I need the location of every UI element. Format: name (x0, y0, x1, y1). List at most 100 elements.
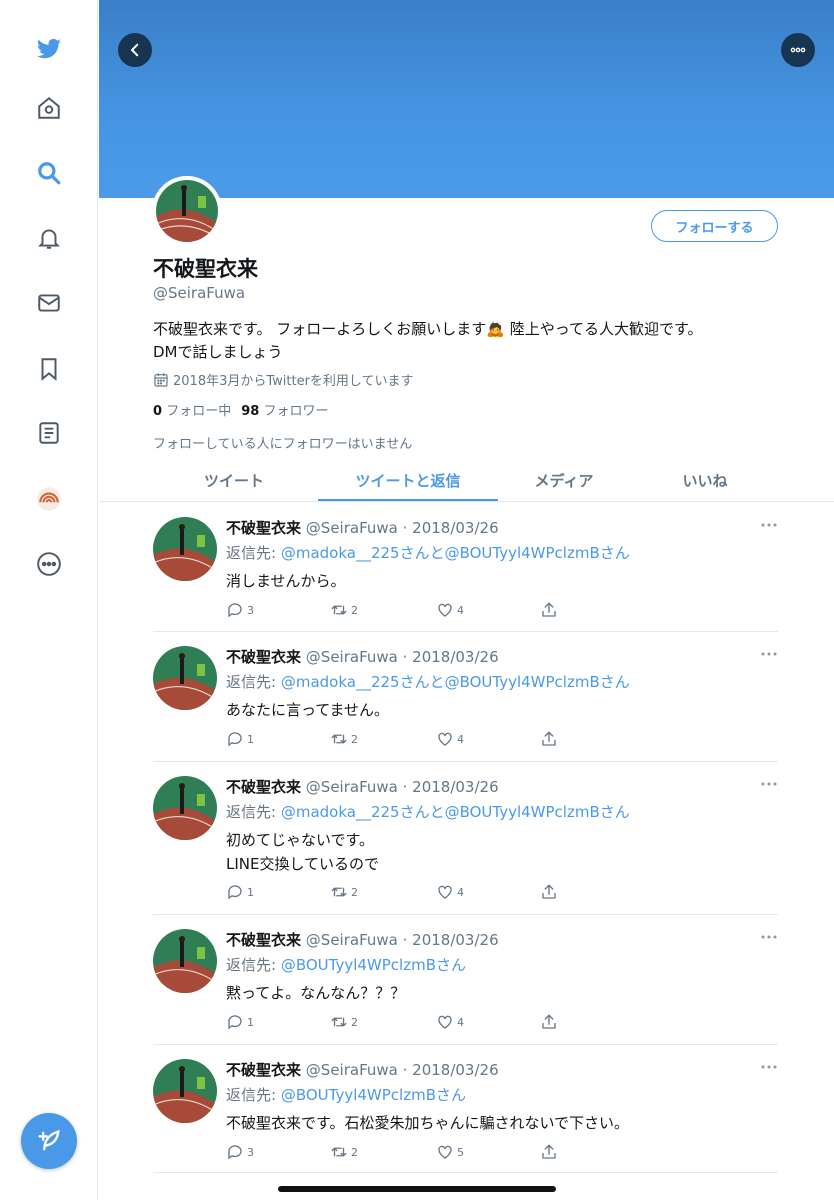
followers-label: フォロワー (263, 404, 329, 419)
profile-bio: 不破聖衣来です。 フォローよろしくお願いします🙇 陸上やってる人大歓迎です。 D… (153, 318, 793, 364)
tweet-author-name[interactable]: 不破聖衣来 (226, 931, 301, 949)
tweet-text: 不破聖衣来です。石松愛朱加ちゃんに騙されないで下さい。 (226, 1111, 629, 1135)
tweet-avatar[interactable] (153, 929, 217, 993)
retweet-action[interactable]: 2 (330, 1013, 358, 1031)
tweet[interactable]: 不破聖衣来 @SeiraFuwa · 2018/03/26 返信先: @mado… (153, 503, 778, 632)
reply-action[interactable]: 1 (226, 1013, 254, 1031)
home-icon[interactable] (34, 93, 64, 123)
tweet-more-icon[interactable] (760, 646, 778, 660)
retweet-count: 2 (351, 885, 358, 899)
like-action[interactable]: 4 (436, 730, 464, 748)
share-icon (542, 1014, 556, 1029)
compose-tweet-icon (38, 1130, 60, 1151)
tweet-text-line: 黙ってよ。なんなん？？？ (226, 984, 406, 1002)
share-action[interactable] (540, 1143, 558, 1161)
tweet[interactable]: 不破聖衣来 @SeiraFuwa · 2018/03/26 返信先: @BOUT… (153, 915, 778, 1045)
like-count: 5 (457, 1145, 464, 1159)
messages-envelope-icon[interactable] (34, 288, 64, 318)
tweet-text-line: あなたに言ってません。 (226, 701, 390, 719)
home-indicator[interactable] (278, 1186, 556, 1192)
search-icon[interactable] (34, 158, 64, 188)
like-action[interactable]: 4 (436, 1013, 464, 1031)
tweet-author-name[interactable]: 不破聖衣来 (226, 519, 301, 537)
joined-text: 2018年3月からTwitterを利用しています (173, 374, 414, 389)
tab-tweets[interactable]: ツイート (153, 458, 315, 502)
tweet[interactable]: 不破聖衣来 @SeiraFuwa · 2018/03/26 返信先: @mado… (153, 632, 778, 762)
tweet-text-line: 初めてじゃないです。 (226, 831, 375, 849)
tweet-avatar[interactable] (153, 1059, 217, 1123)
tweet-author-name[interactable]: 不破聖衣来 (226, 648, 301, 666)
followers-link[interactable]: 98 フォロワー (241, 404, 328, 419)
profile-avatar-icon[interactable] (34, 484, 64, 514)
more-options-button[interactable] (781, 33, 815, 67)
tweet-more-icon[interactable] (760, 517, 778, 531)
like-count: 4 (457, 732, 464, 746)
notifications-bell-icon[interactable] (34, 223, 64, 253)
profile-avatar[interactable] (152, 176, 222, 246)
tweet[interactable]: 不破聖衣来 @SeiraFuwa · 2018/03/26 返信先: @mado… (153, 762, 778, 915)
follow-button[interactable]: フォローする (651, 210, 778, 242)
more-dots-icon[interactable] (34, 549, 64, 579)
like-count: 4 (457, 1015, 464, 1029)
reply-icon (228, 732, 242, 747)
reply-action[interactable]: 1 (226, 883, 254, 901)
twitter-logo-icon[interactable] (34, 34, 64, 64)
retweet-action[interactable]: 2 (330, 1143, 358, 1161)
tweet-avatar[interactable] (153, 776, 217, 840)
reply-to-link[interactable]: @BOUTyyl4WPclzmBさん (281, 1086, 466, 1104)
tweet-author-name[interactable]: 不破聖衣来 (226, 1061, 301, 1079)
reply-to-link[interactable]: @madoka__225さんと@BOUTyyl4WPclzmBさん (281, 803, 630, 821)
follow-stats: 0 フォロー中 98 フォロワー (153, 400, 328, 419)
tweet-header: 不破聖衣来 @SeiraFuwa · 2018/03/26 (226, 517, 499, 538)
retweet-action[interactable]: 2 (330, 601, 358, 619)
tweet-text: 初めてじゃないです。 LINE交換しているので (226, 828, 379, 876)
tab-tweets-and-replies[interactable]: ツイートと返信 (318, 458, 498, 502)
tweet[interactable]: 不破聖衣来 @SeiraFuwa · 2018/03/26 返信先: @BOUT… (153, 1045, 778, 1173)
share-action[interactable] (540, 1013, 558, 1031)
retweet-icon (331, 605, 347, 615)
tweet-more-icon[interactable] (760, 929, 778, 943)
back-button[interactable] (118, 33, 152, 67)
share-action[interactable] (540, 730, 558, 748)
profile-screen: フォローする 不破聖衣来 @SeiraFuwa 不破聖衣来です。 フォローよろし… (0, 0, 834, 1200)
lists-icon[interactable] (34, 418, 64, 448)
tweet-avatar[interactable] (153, 517, 217, 581)
like-count: 4 (457, 885, 464, 899)
tweet-author-name[interactable]: 不破聖衣来 (226, 778, 301, 796)
tab-likes[interactable]: いいね (630, 458, 780, 502)
tweet-more-icon[interactable] (760, 776, 778, 790)
reply-action[interactable]: 3 (226, 1143, 254, 1161)
share-action[interactable] (540, 883, 558, 901)
tabs-divider (99, 501, 834, 502)
like-action[interactable]: 4 (436, 601, 464, 619)
heart-icon (438, 732, 452, 746)
retweet-action[interactable]: 2 (330, 883, 358, 901)
share-icon (542, 1144, 556, 1159)
tweet-author-meta: @SeiraFuwa · 2018/03/26 (305, 519, 499, 537)
tweet-text-line: 消しませんから。 (226, 572, 346, 590)
following-link[interactable]: 0 フォロー中 (153, 404, 231, 419)
reply-to-link[interactable]: @madoka__225さんと@BOUTyyl4WPclzmBさん (281, 544, 630, 562)
reply-icon (228, 1145, 242, 1160)
share-action[interactable] (540, 601, 558, 619)
tab-media[interactable]: メディア (498, 458, 630, 502)
reply-to-link[interactable]: @madoka__225さんと@BOUTyyl4WPclzmBさん (281, 673, 630, 691)
tweet-author-meta: @SeiraFuwa · 2018/03/26 (305, 1061, 499, 1079)
following-count: 0 (153, 404, 163, 419)
reply-to-link[interactable]: @BOUTyyl4WPclzmBさん (281, 956, 466, 974)
tweet-text: 消しませんから。 (226, 569, 346, 593)
retweet-icon (331, 1017, 347, 1027)
reply-count: 1 (247, 885, 254, 899)
tweet-header: 不破聖衣来 @SeiraFuwa · 2018/03/26 (226, 1059, 499, 1080)
tweet-text-line: 不破聖衣来です。石松愛朱加ちゃんに騙されないで下さい。 (226, 1114, 630, 1132)
like-action[interactable]: 4 (436, 883, 464, 901)
share-icon (542, 602, 556, 617)
retweet-action[interactable]: 2 (330, 730, 358, 748)
reply-action[interactable]: 1 (226, 730, 254, 748)
bookmark-icon[interactable] (34, 354, 64, 384)
like-action[interactable]: 5 (436, 1143, 464, 1161)
compose-tweet-button[interactable] (21, 1113, 77, 1169)
tweet-avatar[interactable] (153, 646, 217, 710)
tweet-more-icon[interactable] (760, 1059, 778, 1073)
reply-action[interactable]: 3 (226, 601, 254, 619)
